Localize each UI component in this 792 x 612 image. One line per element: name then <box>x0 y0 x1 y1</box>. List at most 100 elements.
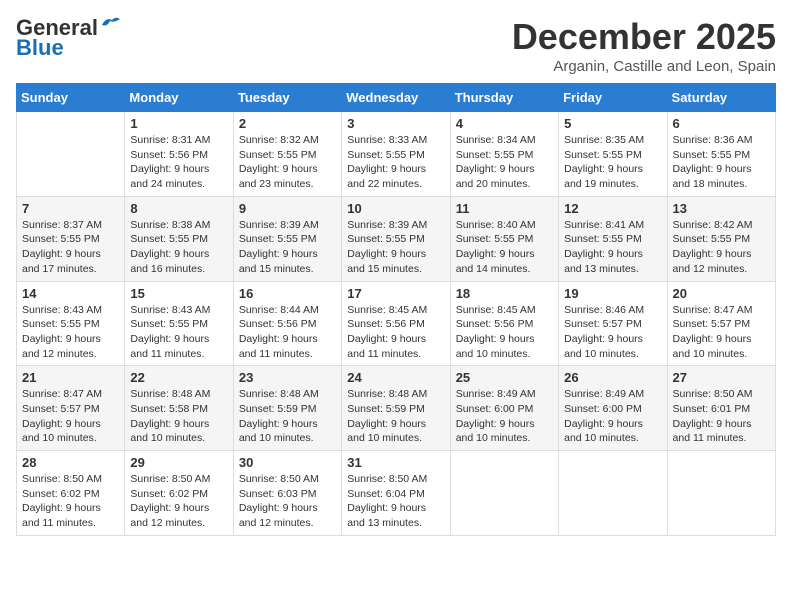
calendar-week-row: 7 Sunrise: 8:37 AM Sunset: 5:55 PM Daylig… <box>17 196 776 281</box>
calendar-cell: 21Sunrise: 8:47 AM Sunset: 5:57 PM Dayli… <box>17 366 125 451</box>
day-number: 3 <box>347 116 444 131</box>
day-info: Sunrise: 8:50 AM Sunset: 6:01 PM Dayligh… <box>673 387 770 446</box>
day-number: 20 <box>673 286 770 301</box>
calendar-cell: 11 Sunrise: 8:40 AM Sunset: 5:55 PM Dayli… <box>450 196 558 281</box>
calendar-table: SundayMondayTuesdayWednesdayThursdayFrid… <box>16 83 776 536</box>
day-info: Sunrise: 8:39 AM Sunset: 5:55 PM Dayligh… <box>347 218 444 277</box>
calendar-week-row: 14 Sunrise: 8:43 AM Sunset: 5:55 PM Dayli… <box>17 281 776 366</box>
calendar-cell <box>559 451 667 536</box>
calendar-cell: 29 Sunrise: 8:50 AM Sunset: 6:02 PM Dayli… <box>125 451 233 536</box>
calendar-cell: 30Sunrise: 8:50 AM Sunset: 6:03 PM Dayli… <box>233 451 341 536</box>
day-number: 1 <box>130 116 227 131</box>
location: Arganin, Castille and Leon, Spain <box>512 58 776 75</box>
day-info: Sunrise: 8:49 AM Sunset: 6:00 PM Dayligh… <box>564 387 661 446</box>
calendar-cell: 1 Sunrise: 8:31 AM Sunset: 5:56 PM Daylig… <box>125 112 233 197</box>
day-info: Sunrise: 8:44 AM Sunset: 5:56 PM Dayligh… <box>239 303 336 362</box>
calendar-week-row: 1 Sunrise: 8:31 AM Sunset: 5:56 PM Daylig… <box>17 112 776 197</box>
day-info: Sunrise: 8:45 AM Sunset: 5:56 PM Dayligh… <box>456 303 553 362</box>
calendar-cell: 13Sunrise: 8:42 AM Sunset: 5:55 PM Dayli… <box>667 196 775 281</box>
day-info: Sunrise: 8:40 AM Sunset: 5:55 PM Dayligh… <box>456 218 553 277</box>
day-info: Sunrise: 8:41 AM Sunset: 5:55 PM Dayligh… <box>564 218 661 277</box>
calendar-header-tuesday: Tuesday <box>233 84 341 112</box>
calendar-cell: 7 Sunrise: 8:37 AM Sunset: 5:55 PM Daylig… <box>17 196 125 281</box>
logo-bird-icon <box>100 15 122 33</box>
day-number: 17 <box>347 286 444 301</box>
day-number: 27 <box>673 370 770 385</box>
calendar-week-row: 28 Sunrise: 8:50 AM Sunset: 6:02 PM Dayli… <box>17 451 776 536</box>
calendar-cell: 23 Sunrise: 8:48 AM Sunset: 5:59 PM Dayli… <box>233 366 341 451</box>
calendar-cell: 12 Sunrise: 8:41 AM Sunset: 5:55 PM Dayli… <box>559 196 667 281</box>
day-info: Sunrise: 8:50 AM Sunset: 6:02 PM Dayligh… <box>130 472 227 531</box>
day-info: Sunrise: 8:43 AM Sunset: 5:55 PM Dayligh… <box>130 303 227 362</box>
calendar-cell: 18 Sunrise: 8:45 AM Sunset: 5:56 PM Dayli… <box>450 281 558 366</box>
day-info: Sunrise: 8:37 AM Sunset: 5:55 PM Dayligh… <box>22 218 119 277</box>
day-number: 4 <box>456 116 553 131</box>
day-info: Sunrise: 8:50 AM Sunset: 6:04 PM Dayligh… <box>347 472 444 531</box>
calendar-cell: 24 Sunrise: 8:48 AM Sunset: 5:59 PM Dayli… <box>342 366 450 451</box>
day-number: 25 <box>456 370 553 385</box>
calendar-cell: 20 Sunrise: 8:47 AM Sunset: 5:57 PM Dayli… <box>667 281 775 366</box>
day-number: 5 <box>564 116 661 131</box>
day-number: 11 <box>456 201 553 216</box>
calendar-cell: 5 Sunrise: 8:35 AM Sunset: 5:55 PM Daylig… <box>559 112 667 197</box>
calendar-week-row: 21Sunrise: 8:47 AM Sunset: 5:57 PM Dayli… <box>17 366 776 451</box>
day-info: Sunrise: 8:50 AM Sunset: 6:02 PM Dayligh… <box>22 472 119 531</box>
day-number: 23 <box>239 370 336 385</box>
calendar-cell: 3Sunrise: 8:33 AM Sunset: 5:55 PM Daylig… <box>342 112 450 197</box>
day-number: 19 <box>564 286 661 301</box>
page-header: General Blue December 2025 Arganin, Cast… <box>16 16 776 75</box>
day-number: 24 <box>347 370 444 385</box>
calendar-cell: 17Sunrise: 8:45 AM Sunset: 5:56 PM Dayli… <box>342 281 450 366</box>
calendar-cell: 22 Sunrise: 8:48 AM Sunset: 5:58 PM Dayli… <box>125 366 233 451</box>
calendar-cell: 9 Sunrise: 8:39 AM Sunset: 5:55 PM Daylig… <box>233 196 341 281</box>
calendar-cell: 27 Sunrise: 8:50 AM Sunset: 6:01 PM Dayli… <box>667 366 775 451</box>
day-number: 28 <box>22 455 119 470</box>
day-info: Sunrise: 8:39 AM Sunset: 5:55 PM Dayligh… <box>239 218 336 277</box>
calendar-cell <box>450 451 558 536</box>
day-info: Sunrise: 8:46 AM Sunset: 5:57 PM Dayligh… <box>564 303 661 362</box>
day-info: Sunrise: 8:48 AM Sunset: 5:59 PM Dayligh… <box>239 387 336 446</box>
day-info: Sunrise: 8:36 AM Sunset: 5:55 PM Dayligh… <box>673 133 770 192</box>
day-info: Sunrise: 8:43 AM Sunset: 5:55 PM Dayligh… <box>22 303 119 362</box>
day-number: 15 <box>130 286 227 301</box>
calendar-cell: 26 Sunrise: 8:49 AM Sunset: 6:00 PM Dayli… <box>559 366 667 451</box>
day-number: 2 <box>239 116 336 131</box>
calendar-cell: 6Sunrise: 8:36 AM Sunset: 5:55 PM Daylig… <box>667 112 775 197</box>
day-number: 13 <box>673 201 770 216</box>
day-info: Sunrise: 8:47 AM Sunset: 5:57 PM Dayligh… <box>22 387 119 446</box>
day-number: 29 <box>130 455 227 470</box>
calendar-cell <box>667 451 775 536</box>
day-info: Sunrise: 8:31 AM Sunset: 5:56 PM Dayligh… <box>130 133 227 192</box>
day-info: Sunrise: 8:48 AM Sunset: 5:59 PM Dayligh… <box>347 387 444 446</box>
day-number: 31 <box>347 455 444 470</box>
calendar-cell: 19 Sunrise: 8:46 AM Sunset: 5:57 PM Dayli… <box>559 281 667 366</box>
calendar-cell: 25Sunrise: 8:49 AM Sunset: 6:00 PM Dayli… <box>450 366 558 451</box>
day-info: Sunrise: 8:34 AM Sunset: 5:55 PM Dayligh… <box>456 133 553 192</box>
calendar-header-wednesday: Wednesday <box>342 84 450 112</box>
month-title: December 2025 <box>512 16 776 58</box>
day-info: Sunrise: 8:48 AM Sunset: 5:58 PM Dayligh… <box>130 387 227 446</box>
day-number: 14 <box>22 286 119 301</box>
day-info: Sunrise: 8:35 AM Sunset: 5:55 PM Dayligh… <box>564 133 661 192</box>
day-info: Sunrise: 8:47 AM Sunset: 5:57 PM Dayligh… <box>673 303 770 362</box>
day-info: Sunrise: 8:38 AM Sunset: 5:55 PM Dayligh… <box>130 218 227 277</box>
day-number: 12 <box>564 201 661 216</box>
calendar-cell: 4 Sunrise: 8:34 AM Sunset: 5:55 PM Daylig… <box>450 112 558 197</box>
day-number: 26 <box>564 370 661 385</box>
day-number: 18 <box>456 286 553 301</box>
calendar-cell: 2 Sunrise: 8:32 AM Sunset: 5:55 PM Daylig… <box>233 112 341 197</box>
logo: General Blue <box>16 16 122 60</box>
day-number: 9 <box>239 201 336 216</box>
calendar-cell: 28 Sunrise: 8:50 AM Sunset: 6:02 PM Dayli… <box>17 451 125 536</box>
calendar-header-friday: Friday <box>559 84 667 112</box>
day-number: 22 <box>130 370 227 385</box>
calendar-cell: 8Sunrise: 8:38 AM Sunset: 5:55 PM Daylig… <box>125 196 233 281</box>
calendar-cell <box>17 112 125 197</box>
calendar-header-sunday: Sunday <box>17 84 125 112</box>
logo-blue-text: Blue <box>16 35 64 60</box>
calendar-cell: 15 Sunrise: 8:43 AM Sunset: 5:55 PM Dayli… <box>125 281 233 366</box>
day-info: Sunrise: 8:32 AM Sunset: 5:55 PM Dayligh… <box>239 133 336 192</box>
calendar-header-saturday: Saturday <box>667 84 775 112</box>
day-info: Sunrise: 8:50 AM Sunset: 6:03 PM Dayligh… <box>239 472 336 531</box>
day-number: 7 <box>22 201 119 216</box>
